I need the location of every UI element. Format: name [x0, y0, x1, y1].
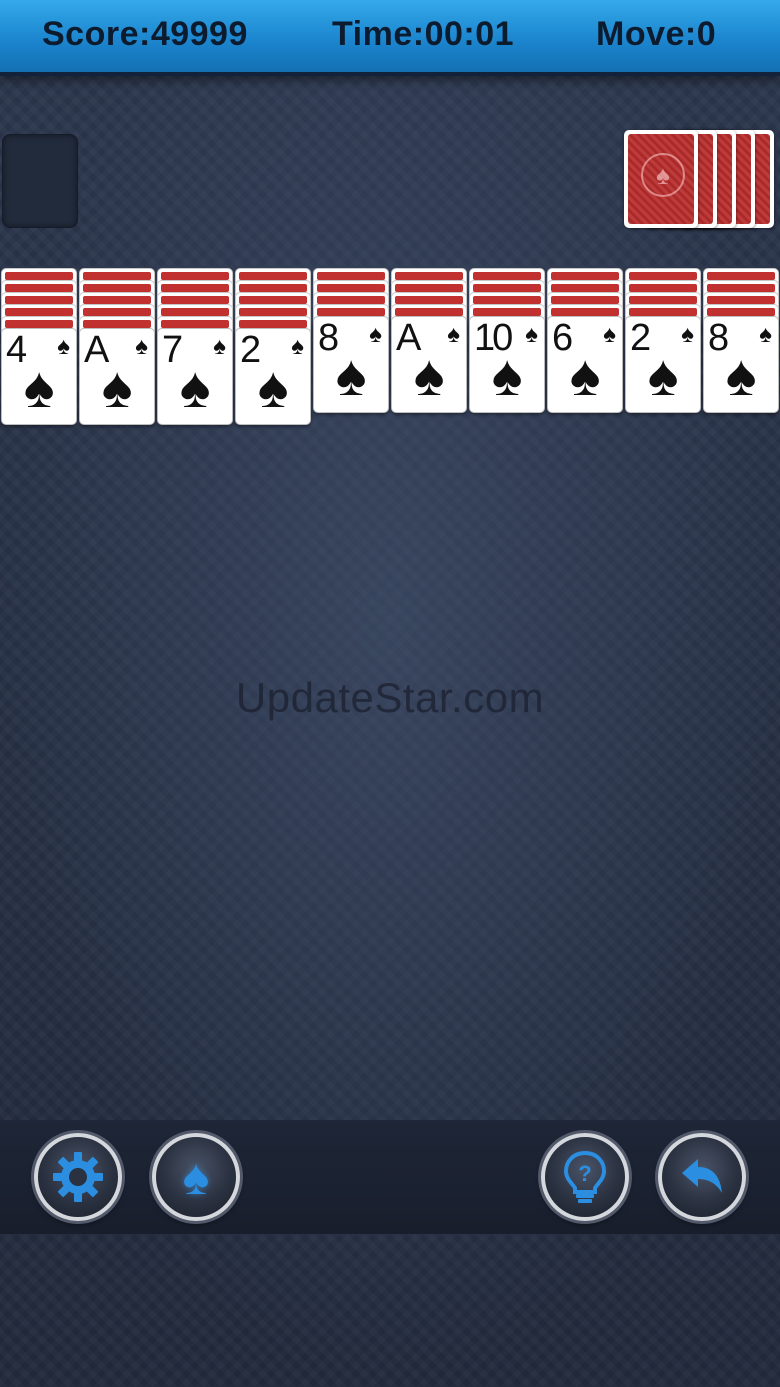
game-menu-button[interactable]: ♠: [152, 1133, 240, 1221]
spade-icon: ♠: [447, 321, 460, 348]
spade-icon: ♠: [182, 1149, 210, 1205]
face-up-card[interactable]: 2 ♠ ♠: [625, 316, 701, 413]
spade-icon: ♠: [291, 333, 304, 360]
foundation-slot: [2, 134, 78, 228]
spade-icon: ♠: [179, 355, 211, 420]
face-up-card[interactable]: 2 ♠ ♠: [235, 328, 311, 425]
stock-pile[interactable]: ♠: [624, 130, 780, 230]
face-up-card[interactable]: 6 ♠ ♠: [547, 316, 623, 413]
spade-icon: ♠: [725, 343, 757, 408]
spade-icon: ♠: [681, 321, 694, 348]
face-up-card[interactable]: 4 ♠ ♠: [1, 328, 77, 425]
face-up-card[interactable]: A ♠ ♠: [79, 328, 155, 425]
face-up-card[interactable]: 10 ♠ ♠: [469, 316, 545, 413]
score-label: Score:49999: [42, 15, 248, 53]
undo-arrow-icon: [682, 1159, 722, 1193]
spade-icon: ♠: [101, 355, 133, 420]
spade-icon: ♠: [603, 321, 616, 348]
undo-button[interactable]: [658, 1133, 746, 1221]
lightbulb-icon: ?: [563, 1150, 607, 1203]
face-up-card[interactable]: 8 ♠ ♠: [313, 316, 389, 413]
time-label: Time:00:01: [332, 15, 515, 53]
spade-icon: ♠: [23, 355, 55, 420]
spade-icon: ♠: [647, 343, 679, 408]
spade-icon: ♠: [525, 321, 538, 348]
watermark: UpdateStar.com: [235, 674, 545, 721]
face-up-card[interactable]: A ♠ ♠: [391, 316, 467, 413]
face-up-card[interactable]: 8 ♠ ♠: [703, 316, 779, 413]
spade-icon: ♠: [369, 321, 382, 348]
spade-icon: ♠: [257, 355, 289, 420]
spade-icon: ♠: [135, 333, 148, 360]
status-header: Score:49999 Time:00:01 Move:0: [0, 0, 780, 72]
spade-icon: ♠: [569, 343, 601, 408]
hint-button[interactable]: ?: [541, 1133, 629, 1221]
spade-icon: ♠: [213, 333, 226, 360]
spade-icon: ♠: [759, 321, 772, 348]
svg-text:?: ?: [578, 1161, 591, 1186]
spade-icon: ♠: [335, 343, 367, 408]
card-back-emblem-icon: ♠: [641, 153, 685, 197]
stock-card[interactable]: ♠: [624, 130, 698, 228]
spade-icon: ♠: [491, 343, 523, 408]
settings-button[interactable]: [34, 1133, 122, 1221]
face-up-card[interactable]: 7 ♠ ♠: [157, 328, 233, 425]
move-label: Move:0: [596, 15, 717, 53]
spade-icon: ♠: [57, 333, 70, 360]
spade-icon: ♠: [413, 343, 445, 408]
gear-icon: [53, 1152, 103, 1202]
